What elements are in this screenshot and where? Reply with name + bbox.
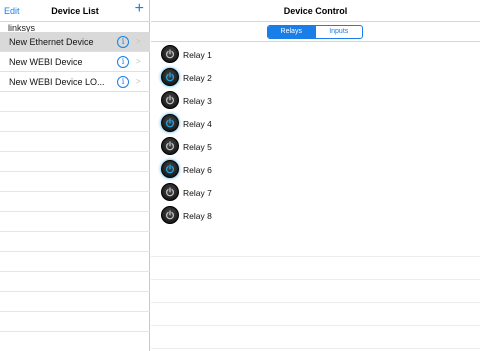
tab-inputs[interactable]: Inputs [314, 26, 363, 38]
relay-label: Relay 6 [183, 165, 212, 175]
power-icon[interactable] [161, 137, 179, 155]
device-row[interactable]: New WEBI Device i > [0, 52, 150, 72]
relay-row[interactable]: Relay 3 [151, 89, 480, 112]
device-control-panel: Device Control Relays Inputs Relay 1 Rela… [151, 0, 480, 351]
add-device-button[interactable]: + [135, 1, 144, 17]
power-icon[interactable] [161, 68, 179, 86]
relay-row[interactable]: Relay 2 [151, 66, 480, 89]
device-name: New WEBI Device [9, 57, 83, 67]
chevron-right-icon: > [136, 37, 141, 46]
device-row[interactable]: New Ethernet Device i > [0, 32, 150, 52]
device-control-header: Device Control [151, 0, 480, 22]
relay-row[interactable]: Relay 8 [151, 204, 480, 227]
power-icon[interactable] [161, 45, 179, 63]
tab-bar: Relays Inputs [151, 22, 480, 42]
power-icon[interactable] [161, 160, 179, 178]
relay-row[interactable]: Relay 4 [151, 112, 480, 135]
device-list-panel: Edit Device List + linksys New Ethernet … [0, 0, 150, 351]
relay-row[interactable]: Relay 7 [151, 181, 480, 204]
power-icon[interactable] [161, 206, 179, 224]
tab-relays[interactable]: Relays [268, 26, 315, 38]
device-list: New Ethernet Device i > New WEBI Device … [0, 32, 150, 92]
relay-list: Relay 1 Relay 2 Relay 3 Relay 4 Relay 5 Relay… [151, 43, 480, 227]
relay-row[interactable]: Relay 5 [151, 135, 480, 158]
empty-control-lines [151, 234, 480, 349]
device-list-title: Device List [51, 6, 99, 16]
device-row[interactable]: New WEBI Device LO... i > [0, 72, 150, 92]
relay-label: Relay 2 [183, 73, 212, 83]
device-list-header: Edit Device List + [0, 0, 150, 22]
info-icon[interactable]: i [117, 36, 129, 48]
power-icon[interactable] [161, 114, 179, 132]
device-name: New Ethernet Device [9, 37, 94, 47]
relay-label: Relay 7 [183, 188, 212, 198]
chevron-right-icon: > [136, 57, 141, 66]
segmented-control: Relays Inputs [267, 25, 363, 39]
chevron-right-icon: > [136, 77, 141, 86]
info-icon[interactable]: i [117, 76, 129, 88]
relay-label: Relay 1 [183, 50, 212, 60]
power-icon[interactable] [161, 183, 179, 201]
relay-label: Relay 5 [183, 142, 212, 152]
relay-row[interactable]: Relay 6 [151, 158, 480, 181]
relay-label: Relay 8 [183, 211, 212, 221]
empty-list-lines [0, 92, 150, 351]
info-icon[interactable]: i [117, 56, 129, 68]
relay-label: Relay 4 [183, 119, 212, 129]
device-control-title: Device Control [283, 6, 348, 16]
relay-row[interactable]: Relay 1 [151, 43, 480, 66]
device-name: New WEBI Device LO... [9, 77, 105, 87]
power-icon[interactable] [161, 91, 179, 109]
relay-label: Relay 3 [183, 96, 212, 106]
